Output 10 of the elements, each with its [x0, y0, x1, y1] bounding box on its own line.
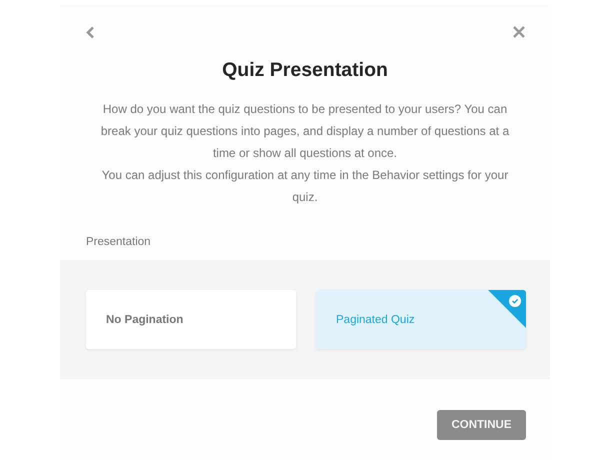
dialog-title: Quiz Presentation	[221, 59, 389, 82]
option-card[interactable]: Paginated Quiz	[316, 290, 526, 349]
description: You can adjust this configuration at any time in the Behavior settings for your quiz.	[100, 167, 510, 206]
continue-button[interactable]: CONTINUE	[437, 410, 526, 440]
back-icon[interactable]	[86, 26, 95, 38]
section-label: Presentation	[86, 236, 152, 250]
option-card[interactable]: No Pagination	[86, 290, 296, 349]
check-icon	[488, 290, 526, 328]
close-icon[interactable]	[513, 26, 525, 38]
description: How do you want the quiz questions to be presented to your users? You can break your quiz questions into pages, and display a number of questions at a time or show all questions at once.	[100, 101, 510, 162]
